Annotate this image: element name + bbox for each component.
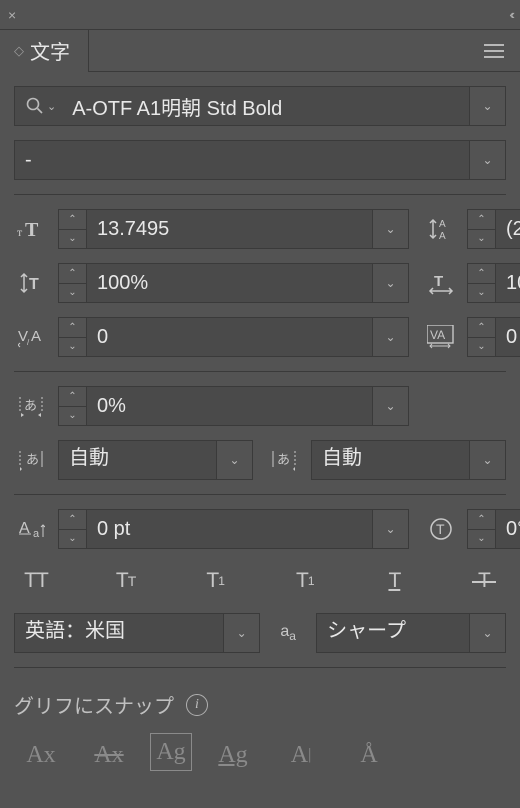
svg-text:A: A [439, 219, 446, 230]
font-style-field[interactable]: ⌄ [14, 140, 506, 180]
aki-after-icon: あ [267, 449, 303, 471]
baseline-input[interactable] [87, 510, 372, 548]
chevron-down-icon[interactable]: ⌄ [372, 510, 408, 548]
tsume-input[interactable] [87, 387, 372, 425]
superscript-button[interactable]: T1 [193, 563, 237, 599]
tab-label: 文字 [30, 36, 70, 65]
font-size-icon: тT [14, 218, 50, 240]
snap-angular-button[interactable]: Å [342, 733, 396, 777]
leading-field[interactable]: ⌃⌄ ⌄ [467, 209, 520, 249]
snap-glyph-button[interactable]: Ag [150, 733, 192, 771]
stepper[interactable]: ⌃⌄ [59, 510, 87, 548]
rotation-field[interactable]: ⌃⌄ ⌄ [467, 509, 520, 549]
svg-text:あ: あ [24, 398, 37, 413]
stepper[interactable]: ⌃⌄ [468, 210, 496, 248]
strikethrough-button[interactable]: T [462, 563, 506, 599]
language-value: 英語：米国 [15, 614, 223, 652]
stepper[interactable]: ⌃⌄ [59, 387, 87, 425]
close-icon[interactable]: × [8, 7, 16, 23]
tracking-input[interactable] [496, 318, 520, 356]
language-field[interactable]: 英語：米国 ⌄ [14, 613, 260, 653]
search-icon: ⌄ [15, 87, 62, 125]
chevron-down-icon[interactable]: ⌄ [469, 441, 505, 479]
vscale-input[interactable] [87, 264, 372, 302]
tab-character[interactable]: ◇ 文字 [0, 30, 89, 72]
horizontal-scale-icon: T [423, 271, 459, 295]
svg-text:т: т [17, 225, 23, 239]
kerning-input[interactable] [87, 318, 372, 356]
svg-text:あ: あ [277, 452, 290, 467]
kerning-icon: V/A [14, 325, 50, 349]
svg-text:T: T [434, 273, 443, 290]
rotation-input[interactable] [496, 510, 520, 548]
stepper[interactable]: ⌃⌄ [59, 264, 87, 302]
chevron-down-icon[interactable]: ⌄ [372, 318, 408, 356]
svg-text:T: T [436, 521, 445, 537]
stepper[interactable]: ⌃⌄ [59, 318, 87, 356]
stepper[interactable]: ⌃⌄ [468, 264, 496, 302]
chevron-down-icon[interactable]: ⌄ [372, 210, 408, 248]
stepper[interactable]: ⌃⌄ [468, 318, 496, 356]
leading-icon: AA [423, 217, 459, 241]
font-family-input[interactable] [62, 87, 469, 125]
antialias-field[interactable]: シャープ ⌄ [316, 613, 506, 653]
tracking-icon: VA [423, 325, 459, 349]
tsume-icon: あ [14, 395, 50, 417]
snap-baseline-button[interactable]: Ax [14, 733, 68, 777]
chevron-down-icon[interactable]: ⌄ [469, 614, 505, 652]
leading-input[interactable] [496, 210, 520, 248]
aki-before-field[interactable]: 自動 ⌄ [58, 440, 253, 480]
tracking-field[interactable]: ⌃⌄ ⌄ [467, 317, 520, 357]
chevron-down-icon[interactable]: ⌄ [372, 264, 408, 302]
hscale-field[interactable]: ⌃⌄ ⌄ [467, 263, 520, 303]
underline-button[interactable]: T [372, 563, 416, 599]
vscale-field[interactable]: ⌃⌄ ⌄ [58, 263, 409, 303]
hscale-input[interactable] [496, 264, 520, 302]
svg-text:T: T [25, 219, 39, 240]
chevron-down-icon[interactable]: ⌄ [223, 614, 259, 652]
svg-text:A: A [31, 328, 41, 345]
baseline-field[interactable]: ⌃⌄ ⌄ [58, 509, 409, 549]
grip-icon: ◇ [14, 43, 24, 59]
font-style-input[interactable] [15, 141, 469, 179]
aki-before-value: 自動 [59, 441, 216, 479]
stepper[interactable]: ⌃⌄ [59, 210, 87, 248]
aki-after-value: 自動 [312, 441, 469, 479]
svg-text:A: A [439, 231, 446, 241]
font-family-field[interactable]: ⌄ ⌄ [14, 86, 506, 126]
svg-text:T: T [29, 276, 39, 293]
svg-text:/: / [27, 338, 30, 347]
antialias-value: シャープ [317, 614, 469, 652]
aki-before-icon: あ [14, 449, 50, 471]
vertical-scale-icon: T [14, 271, 50, 295]
chevron-down-icon[interactable]: ⌄ [469, 87, 505, 125]
svg-text:VA: VA [430, 328, 445, 342]
kerning-field[interactable]: ⌃⌄ ⌄ [58, 317, 409, 357]
allcaps-button[interactable]: TT [14, 563, 58, 599]
snap-left-button[interactable]: A| [274, 733, 328, 777]
smallcaps-button[interactable]: TT [104, 563, 148, 599]
baseline-shift-icon: Aa [14, 517, 50, 541]
svg-text:あ: あ [26, 452, 39, 467]
panel-menu-icon[interactable] [478, 38, 510, 64]
font-size-field[interactable]: ⌃⌄ ⌄ [58, 209, 409, 249]
font-size-input[interactable] [87, 210, 372, 248]
chevron-down-icon[interactable]: ⌄ [216, 441, 252, 479]
tsume-field[interactable]: ⌃⌄ ⌄ [58, 386, 409, 426]
info-icon[interactable]: i [186, 694, 208, 716]
aki-after-field[interactable]: 自動 ⌄ [311, 440, 506, 480]
snap-glyph2-button[interactable]: Ag [206, 733, 260, 777]
chevron-down-icon[interactable]: ⌄ [372, 387, 408, 425]
stepper[interactable]: ⌃⌄ [468, 510, 496, 548]
snap-xheight-button[interactable]: Ax [82, 733, 136, 777]
collapse-icon[interactable]: ‹‹ [509, 7, 512, 22]
svg-text:a: a [33, 528, 40, 540]
glyph-snap-label: グリフにスナップ [14, 690, 174, 719]
subscript-button[interactable]: T1 [283, 563, 327, 599]
chevron-down-icon[interactable]: ⌄ [469, 141, 505, 179]
antialias-icon: aa [274, 623, 302, 643]
rotation-icon: T [423, 516, 459, 542]
